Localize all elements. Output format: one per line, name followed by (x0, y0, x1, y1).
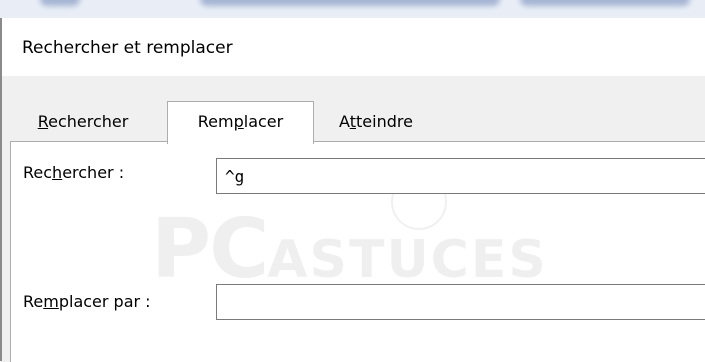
replace-label: Remplacer par : (23, 292, 151, 311)
tab-atteindre[interactable]: Atteindre (320, 106, 432, 138)
dialog-titlebar: Rechercher et remplacer (2, 18, 705, 76)
document-background (0, 0, 705, 19)
tab-strip: Rechercher Remplacer Atteindre (2, 76, 705, 144)
find-replace-dialog: Rechercher et remplacer Rechercher Rempl… (0, 18, 705, 362)
dialog-title: Rechercher et remplacer (22, 38, 233, 58)
tab-remplacer-accesskey: p (233, 112, 244, 131)
tab-rechercher[interactable]: Rechercher (12, 106, 154, 138)
replace-input[interactable] (216, 284, 705, 320)
find-input[interactable]: ^g (216, 158, 705, 194)
tab-remplacer[interactable]: Remplacer (167, 101, 314, 144)
replace-tab-panel: PCASTUCES Rechercher : ^g Remplacer par … (10, 141, 705, 362)
find-label: Rechercher : (23, 163, 125, 182)
tab-rechercher-accesskey: R (37, 112, 49, 131)
